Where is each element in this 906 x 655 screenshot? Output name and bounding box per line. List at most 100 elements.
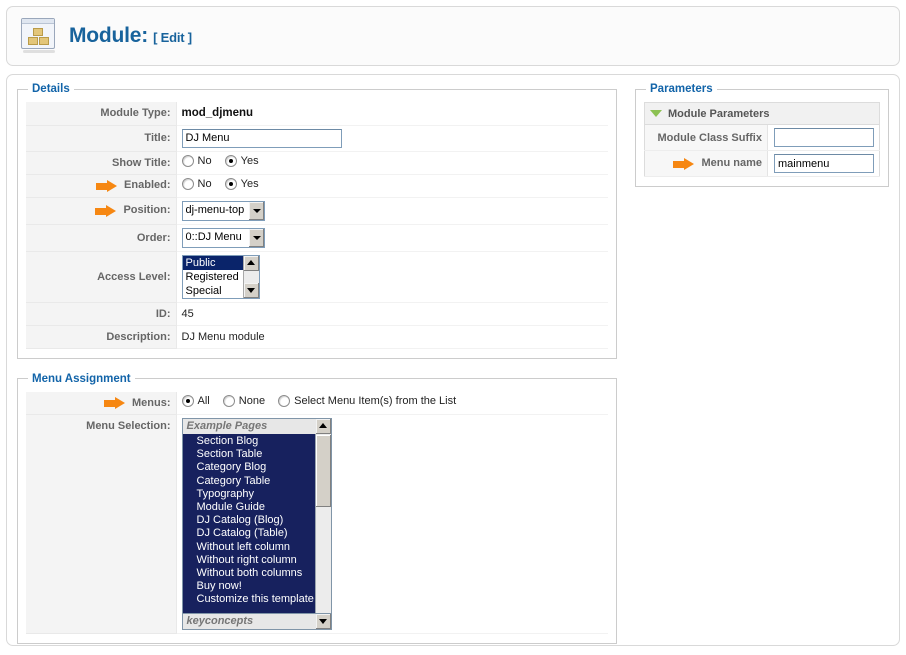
menus-none-label: None (238, 395, 266, 408)
description-value: DJ Menu module (176, 325, 608, 349)
show-title-radio-no[interactable]: No (181, 155, 212, 167)
menu-option[interactable]: Buy now! (183, 580, 315, 593)
row-access-level: Access Level: Public Registered Special (26, 251, 608, 303)
menu-selection-scrollbar[interactable] (314, 434, 331, 613)
order-select-value: 0::DJ Menu (185, 230, 242, 243)
row-module-class-suffix: Module Class Suffix (644, 124, 880, 151)
menu-option[interactable]: Typography (183, 488, 315, 501)
menu-option[interactable]: Category Table (183, 475, 315, 488)
menu-option[interactable]: Without both columns (183, 567, 315, 580)
parameters-section-header-row[interactable]: Module Parameters (644, 102, 880, 125)
radio-circle-selected-icon (224, 178, 237, 190)
radio-circle-icon (181, 178, 194, 190)
scroll-down-icon[interactable] (243, 282, 259, 298)
radio-circle-selected-icon (224, 155, 237, 167)
menu-option[interactable]: Customize this template (183, 593, 315, 606)
module-parameters-header[interactable]: Module Parameters (644, 102, 880, 125)
show-title-radio-yes[interactable]: Yes (224, 155, 259, 167)
title-input[interactable] (181, 128, 342, 148)
orange-arrow-icon (95, 204, 117, 217)
module-boxes-icon (19, 17, 59, 55)
menu-selection-foot: keyconcepts (181, 614, 332, 630)
access-level-listbox[interactable]: Public Registered Special (181, 254, 260, 299)
access-level-label: Access Level: (26, 251, 177, 303)
module-class-suffix-input[interactable] (774, 128, 874, 147)
menu-option[interactable]: Section Table (183, 448, 315, 461)
id-label: ID: (26, 302, 177, 326)
parameters-fieldset: Parameters Module Parameters Module Clas… (635, 83, 889, 187)
orange-arrow-icon (96, 179, 118, 192)
show-title-no-label: No (197, 155, 212, 167)
menu-option[interactable]: DJ Catalog (Table) (183, 527, 315, 540)
menus-radio-select-from-list[interactable]: Select Menu Item(s) from the List (278, 395, 457, 408)
right-column: Parameters Module Parameters Module Clas… (635, 83, 889, 201)
order-select[interactable]: 0::DJ Menu (181, 227, 265, 248)
orange-arrow-icon (104, 396, 126, 409)
menu-group-keyconcepts: keyconcepts (186, 615, 254, 627)
scroll-up-icon[interactable] (315, 419, 331, 434)
menus-radio-all[interactable]: All (181, 395, 210, 408)
module-type-label: Module Type: (26, 102, 177, 126)
page-title-text: Module: (69, 24, 149, 47)
access-option-public[interactable]: Public (182, 255, 243, 270)
orange-arrow-icon (673, 157, 695, 170)
scroll-track[interactable] (243, 270, 259, 283)
row-enabled: Enabled: No Yes (26, 174, 608, 198)
menu-selection-head: Example Pages (182, 419, 331, 434)
scroll-up-icon[interactable] (243, 255, 259, 271)
menu-option[interactable]: DJ Catalog (Blog) (183, 514, 315, 527)
parameters-legend: Parameters (650, 83, 713, 95)
page-header: Module: [ Edit ] (6, 6, 900, 66)
position-select[interactable]: dj-menu-top (181, 200, 265, 221)
left-column: Details Module Type: mod_djmenu Title: D… (17, 83, 617, 655)
scroll-thumb[interactable] (315, 435, 331, 507)
details-table: Module Type: mod_djmenu Title: Show Titl… (26, 102, 608, 349)
menu-option[interactable]: Section Blog (183, 435, 315, 448)
row-order: Order: 0::DJ Menu (26, 224, 608, 252)
chevron-down-icon[interactable] (247, 201, 264, 220)
menu-selection-options: Section Blog Section Table Category Blog… (183, 434, 315, 613)
scroll-down-icon[interactable] (315, 614, 331, 629)
enabled-radio-no[interactable]: No (181, 178, 212, 190)
menu-option[interactable]: Without right column (183, 554, 315, 567)
access-option-registered[interactable]: Registered (183, 270, 243, 284)
show-title-yes-label: Yes (240, 155, 259, 167)
menu-name-label: Menu name (644, 150, 768, 177)
menus-radio-none[interactable]: None (222, 395, 266, 408)
enabled-radio-yes[interactable]: Yes (224, 178, 259, 190)
row-description: Description: DJ Menu module (26, 325, 608, 349)
radio-circle-icon (222, 395, 235, 408)
menu-selection-body[interactable]: Example Pages Section Blog Section Table (181, 418, 332, 614)
menu-name-input[interactable] (774, 154, 874, 173)
enabled-no-label: No (197, 178, 212, 190)
menus-select-label: Select Menu Item(s) from the List (294, 395, 457, 408)
radio-circle-icon (278, 395, 291, 408)
row-menu-selection: Menu Selection: Example Pages Section Bl… (26, 414, 608, 634)
menu-assignment-fieldset: Menu Assignment Menus: All None Select M… (17, 372, 617, 644)
access-option-special[interactable]: Special (183, 284, 243, 298)
menu-selection-label: Menu Selection: (26, 414, 177, 634)
page-title-mode: [ Edit ] (153, 30, 192, 45)
menus-all-label: All (197, 395, 210, 408)
row-show-title: Show Title: No Yes (26, 151, 608, 175)
chevron-down-icon[interactable] (247, 228, 264, 247)
position-select-value: dj-menu-top (185, 203, 245, 216)
radio-circle-selected-icon (181, 395, 194, 408)
show-title-label: Show Title: (26, 151, 177, 175)
page-title: Module: [ Edit ] (69, 24, 192, 48)
module-class-suffix-label: Module Class Suffix (644, 124, 768, 151)
menu-selection-listbox[interactable]: Example Pages Section Blog Section Table (181, 418, 332, 630)
access-level-scrollbar[interactable] (242, 255, 259, 298)
id-value: 45 (176, 302, 608, 326)
menu-option[interactable]: Without left column (183, 541, 315, 554)
row-title: Title: (26, 125, 608, 152)
triangle-down-icon[interactable] (650, 110, 662, 118)
position-label: Position: (26, 197, 177, 225)
access-level-options: Public Registered Special (182, 255, 243, 298)
order-label: Order: (26, 224, 177, 252)
details-legend: Details (32, 83, 70, 95)
module-type-value: mod_djmenu (176, 102, 608, 126)
menu-option[interactable]: Module Guide (183, 501, 315, 514)
menu-option[interactable]: Category Blog (183, 461, 315, 474)
row-module-type: Module Type: mod_djmenu (26, 102, 608, 126)
